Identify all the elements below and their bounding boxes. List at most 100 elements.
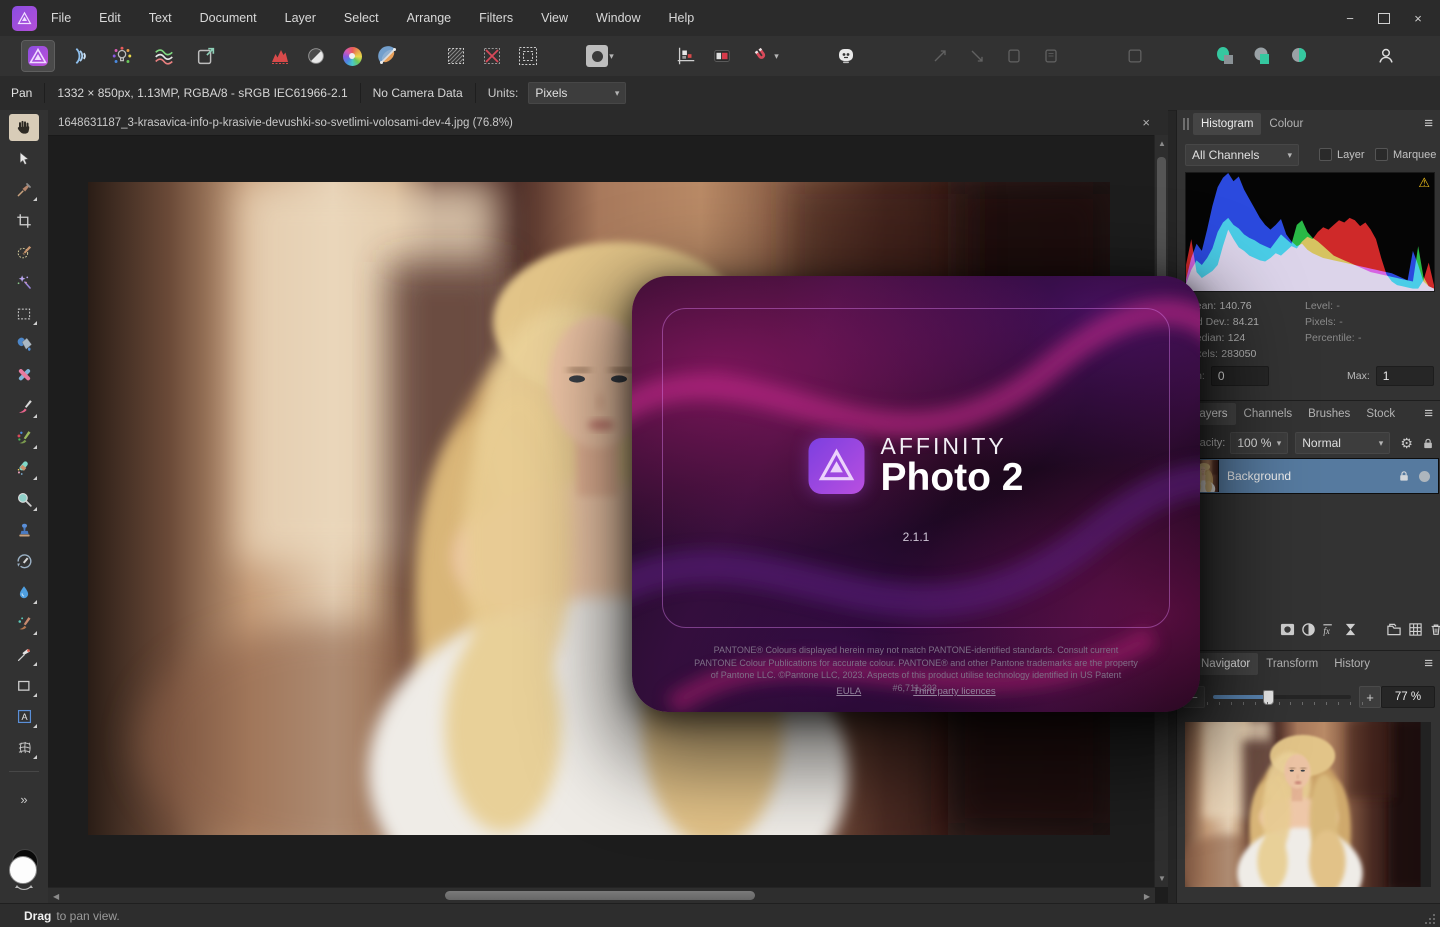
scroll-left-icon[interactable]: ◀	[53, 892, 59, 901]
scroll-right-icon[interactable]: ▶	[1144, 892, 1150, 901]
layer-visibility-toggle[interactable]	[1419, 470, 1430, 482]
colour-swatches[interactable]	[7, 849, 41, 891]
panel-grip-icon[interactable]	[1183, 118, 1189, 130]
liquify-persona-button[interactable]	[64, 41, 96, 71]
swap-colours-icon[interactable]	[15, 885, 33, 894]
marquee-checkbox[interactable]	[1375, 148, 1388, 161]
menu-select[interactable]: Select	[330, 11, 393, 25]
move-tool[interactable]	[9, 145, 39, 172]
third-party-licences-link[interactable]: Third party licences	[913, 686, 995, 697]
more-tools-button[interactable]: »	[20, 792, 27, 807]
flood-fill-tool[interactable]	[9, 331, 39, 358]
sharpen-tool[interactable]	[9, 610, 39, 637]
tab-histogram[interactable]: Histogram	[1193, 113, 1262, 135]
opacity-dropdown[interactable]: 100 % ▾	[1230, 432, 1289, 454]
tab-colour[interactable]: Colour	[1261, 113, 1311, 135]
snapping-grid-button[interactable]	[670, 41, 702, 71]
tab-history[interactable]: History	[1326, 653, 1378, 675]
tab-stock[interactable]: Stock	[1358, 403, 1403, 425]
max-input[interactable]: 1	[1375, 366, 1434, 386]
layer-row-background[interactable]: Background	[1179, 458, 1439, 494]
minimize-button[interactable]: −	[1336, 6, 1364, 30]
channels-dropdown[interactable]: All Channels ▾	[1185, 144, 1299, 166]
crop-tool[interactable]	[9, 207, 39, 234]
insert-inside-button[interactable]	[1209, 41, 1241, 71]
auto-contrast-button[interactable]	[300, 41, 332, 71]
invert-selection-button[interactable]	[512, 41, 544, 71]
panel-menu-icon[interactable]: ≡	[1424, 115, 1433, 132]
close-button[interactable]: ×	[1404, 6, 1432, 30]
primary-colour-swatch[interactable]	[9, 856, 37, 884]
red-eye-zoom-tool[interactable]	[9, 486, 39, 513]
marquee-tool[interactable]	[9, 300, 39, 327]
show-selection-button[interactable]	[440, 41, 472, 71]
tab-brushes[interactable]: Brushes	[1300, 403, 1358, 425]
text-tool[interactable]: A	[9, 703, 39, 730]
auto-colour-button[interactable]	[336, 41, 368, 71]
mesh-warp-tool[interactable]	[9, 734, 39, 761]
panel-menu-icon[interactable]: ≡	[1424, 655, 1433, 672]
navigator-preview[interactable]	[1185, 722, 1431, 887]
units-dropdown[interactable]: Pixels ▾	[528, 82, 627, 104]
snapping-magnet-button[interactable]: ▾	[742, 41, 788, 71]
assistant-manager-button[interactable]	[830, 41, 862, 71]
shape-tool[interactable]	[9, 672, 39, 699]
blend-mode-dropdown[interactable]: Normal ▾	[1295, 432, 1391, 454]
procedural-texture-icon[interactable]	[1340, 622, 1360, 637]
adjustment-layer-icon[interactable]	[1298, 622, 1318, 637]
paint-brush-tool[interactable]	[9, 393, 39, 420]
menu-filters[interactable]: Filters	[465, 11, 527, 25]
deselect-button[interactable]	[476, 41, 508, 71]
zoom-slider[interactable]	[1213, 690, 1351, 705]
mask-layer-icon[interactable]	[1277, 622, 1297, 637]
lock-icon[interactable]	[1423, 437, 1433, 450]
flood-select-tool[interactable]	[9, 269, 39, 296]
pixel-tool[interactable]	[9, 424, 39, 451]
maximize-button[interactable]	[1370, 6, 1398, 30]
view-tool[interactable]	[9, 114, 39, 141]
menu-document[interactable]: Document	[186, 11, 271, 25]
menu-layer[interactable]: Layer	[271, 11, 330, 25]
min-input[interactable]: 0	[1210, 366, 1269, 386]
group-layers-icon[interactable]	[1384, 622, 1404, 637]
layer-checkbox[interactable]	[1319, 148, 1332, 161]
blemish-removal-tool[interactable]	[9, 455, 39, 482]
horizontal-scroll-thumb[interactable]	[445, 891, 755, 900]
insert-on-top-button[interactable]	[1246, 41, 1278, 71]
resize-grip-icon[interactable]	[1424, 913, 1436, 925]
zoom-value[interactable]: 77 %	[1381, 686, 1435, 708]
document-tab-close-icon[interactable]: ×	[1142, 115, 1150, 130]
auto-white-balance-button[interactable]	[372, 41, 404, 71]
menu-arrange[interactable]: Arrange	[393, 11, 465, 25]
gear-icon[interactable]: ⚙	[1400, 435, 1413, 452]
menu-view[interactable]: View	[527, 11, 582, 25]
erase-tool[interactable]	[9, 362, 39, 389]
new-layer-icon[interactable]	[1405, 622, 1425, 637]
live-filter-icon[interactable]: fx	[1319, 622, 1339, 637]
delete-layer-icon[interactable]	[1426, 622, 1440, 637]
blur-tool[interactable]	[9, 579, 39, 606]
menu-text[interactable]: Text	[135, 11, 186, 25]
tab-transform[interactable]: Transform	[1258, 653, 1326, 675]
tone-mapping-persona-button[interactable]	[148, 41, 180, 71]
pen-tool[interactable]	[9, 641, 39, 668]
export-persona-button[interactable]	[190, 41, 222, 71]
document-tab[interactable]: 1648631187_3-krasavica-info-p-krasivie-d…	[48, 110, 1168, 136]
undo-brush-tool[interactable]	[9, 548, 39, 575]
layer-lock-icon[interactable]	[1399, 470, 1409, 482]
menu-help[interactable]: Help	[655, 11, 709, 25]
scroll-up-icon[interactable]: ▲	[1158, 139, 1166, 148]
menu-window[interactable]: Window	[582, 11, 654, 25]
colour-picker-tool[interactable]	[9, 176, 39, 203]
assistant-options-button[interactable]: ▾	[578, 41, 622, 71]
layer-name[interactable]: Background	[1227, 469, 1291, 483]
auto-levels-button[interactable]	[264, 41, 296, 71]
selection-brush-tool[interactable]	[9, 238, 39, 265]
tab-channels[interactable]: Channels	[1236, 403, 1301, 425]
menu-edit[interactable]: Edit	[85, 11, 135, 25]
scroll-down-icon[interactable]: ▼	[1158, 874, 1166, 883]
account-button[interactable]	[1370, 41, 1402, 71]
horizontal-scrollbar[interactable]: ◀ ▶	[48, 887, 1155, 903]
tab-navigator[interactable]: Navigator	[1193, 653, 1259, 675]
clone-stamp-tool[interactable]	[9, 517, 39, 544]
